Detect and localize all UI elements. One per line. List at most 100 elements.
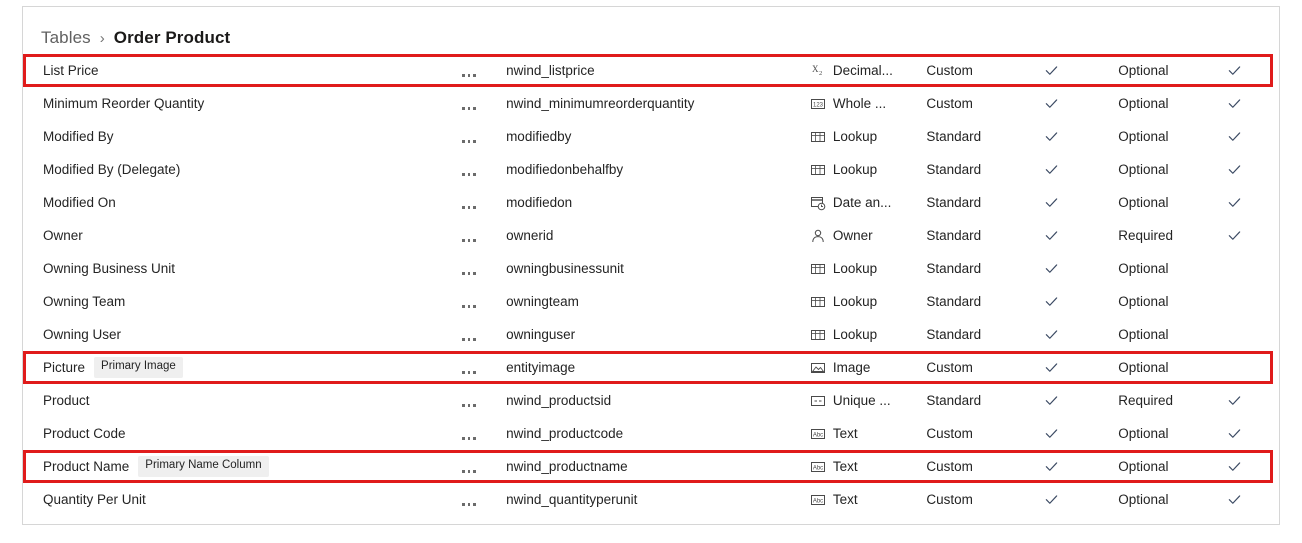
table-row[interactable]: Minimum Reorder Quantity nwind_minimumreo… [23, 87, 1279, 120]
row-more-options-button[interactable] [446, 296, 506, 308]
row-more-options-button[interactable] [446, 131, 506, 143]
column-display-name: List Price [43, 63, 99, 78]
check-icon [1044, 96, 1059, 111]
cell-display-name[interactable]: Minimum Reorder Quantity [23, 96, 446, 111]
svg-text:Abc: Abc [813, 465, 823, 471]
cell-data-type: Unique ... [810, 393, 927, 409]
table-row[interactable]: Modified By (Delegate) modifiedonbehalfby… [23, 153, 1279, 186]
lookup-icon [810, 129, 826, 145]
cell-type-origin: Custom [926, 63, 973, 78]
table-row[interactable]: Owner ownerid Owner Standard Required [23, 219, 1279, 252]
cell-data-type: Abc Text [810, 459, 927, 475]
table-row[interactable]: Product Code nwind_productcode Abc Text Cust… [23, 417, 1279, 450]
row-more-options-button[interactable] [446, 494, 506, 506]
cell-requirement: Optional [1118, 360, 1169, 375]
cell-customizable [1026, 162, 1119, 177]
ellipsis-icon [462, 263, 476, 275]
data-type-label: Lookup [832, 261, 878, 276]
cell-customizable [1026, 360, 1119, 375]
cell-display-name[interactable]: Product Code [23, 426, 446, 441]
cell-logical-name: nwind_productsid [506, 393, 612, 408]
lookup-icon [810, 294, 826, 310]
cell-display-name[interactable]: Product Name Primary Name Column [23, 456, 446, 477]
cell-display-name[interactable]: Owning User [23, 327, 446, 342]
row-more-options-button[interactable] [446, 329, 506, 341]
cell-data-type: Owner [810, 228, 927, 244]
cell-searchable [1221, 195, 1279, 210]
ellipsis-icon [462, 65, 476, 77]
row-more-options-button[interactable] [446, 98, 506, 110]
check-icon [1227, 129, 1242, 144]
row-more-options-button[interactable] [446, 461, 506, 473]
table-row[interactable]: Quantity Per Unit nwind_quantityperunit Ab… [23, 483, 1279, 516]
data-type-label: Text [832, 459, 858, 474]
cell-display-name[interactable]: Product [23, 393, 446, 408]
cell-display-name[interactable]: Owning Team [23, 294, 446, 309]
table-row[interactable]: Picture Primary Image entityimage Image Cust… [23, 351, 1279, 384]
cell-requirement: Optional [1118, 426, 1169, 441]
ellipsis-icon [462, 230, 476, 242]
check-icon [1044, 261, 1059, 276]
check-icon [1044, 195, 1059, 210]
breadcrumb-tables-link[interactable]: Tables [41, 28, 91, 48]
lookup-icon [810, 261, 826, 277]
svg-text:123: 123 [813, 102, 824, 108]
check-icon [1044, 63, 1059, 78]
column-display-name: Modified On [43, 195, 116, 210]
data-type-label: Whole ... [832, 96, 887, 111]
cell-requirement: Optional [1118, 129, 1169, 144]
data-type-label: Image [832, 360, 871, 375]
row-more-options-button[interactable] [446, 164, 506, 176]
column-display-name: Modified By [43, 129, 114, 144]
cell-type-origin: Standard [926, 393, 982, 408]
column-display-name: Product Name [43, 459, 130, 474]
cell-type-origin: Standard [926, 228, 982, 243]
row-more-options-button[interactable] [446, 230, 506, 242]
cell-display-name[interactable]: Quantity Per Unit [23, 492, 446, 507]
cell-requirement: Optional [1118, 195, 1169, 210]
cell-requirement: Optional [1118, 294, 1169, 309]
row-more-options-button[interactable] [446, 362, 506, 374]
row-more-options-button[interactable] [446, 65, 506, 77]
table-row[interactable]: Product Name Primary Name Column nwind_pro… [23, 450, 1279, 483]
cell-display-name[interactable]: Modified By [23, 129, 446, 144]
table-row[interactable]: Modified By modifiedby Lookup Standard Optio… [23, 120, 1279, 153]
ellipsis-icon [462, 98, 476, 110]
table-row[interactable]: Owning Team owningteam Lookup Standard Optio… [23, 285, 1279, 318]
data-type-label: Owner [832, 228, 873, 243]
check-icon [1044, 393, 1059, 408]
ellipsis-icon [462, 395, 476, 407]
data-type-label: Decimal... [832, 63, 893, 78]
row-more-options-button[interactable] [446, 197, 506, 209]
row-more-options-button[interactable] [446, 395, 506, 407]
table-row[interactable]: Owning Business Unit owningbusinessunit Lo… [23, 252, 1279, 285]
table-row[interactable]: Modified On modifiedon Date an... Standard O… [23, 186, 1279, 219]
table-row[interactable]: Owning User owninguser Lookup Standard Optio… [23, 318, 1279, 351]
page-title: Order Product [113, 28, 231, 47]
cell-customizable [1026, 63, 1119, 78]
cell-requirement: Optional [1118, 261, 1169, 276]
check-icon [1044, 327, 1059, 342]
cell-display-name[interactable]: Picture Primary Image [23, 357, 446, 378]
cell-display-name[interactable]: Modified By (Delegate) [23, 162, 446, 177]
column-display-name: Quantity Per Unit [43, 492, 146, 507]
cell-display-name[interactable]: Owner [23, 228, 446, 243]
text-icon: Abc [810, 492, 826, 508]
ellipsis-icon [462, 131, 476, 143]
ellipsis-icon [462, 428, 476, 440]
owner-icon [810, 228, 826, 244]
row-more-options-button[interactable] [446, 263, 506, 275]
data-type-label: Lookup [832, 294, 878, 309]
data-type-label: Text [832, 492, 858, 507]
row-more-options-button[interactable] [446, 428, 506, 440]
cell-display-name[interactable]: Modified On [23, 195, 446, 210]
image-icon [810, 360, 826, 376]
table-row[interactable]: Product nwind_productsid Unique ... Standar… [23, 384, 1279, 417]
cell-display-name[interactable]: Owning Business Unit [23, 261, 446, 276]
cell-requirement: Optional [1118, 162, 1169, 177]
cell-display-name[interactable]: List Price [23, 63, 446, 78]
cell-type-origin: Standard [926, 261, 982, 276]
cell-logical-name: nwind_listprice [506, 63, 595, 78]
table-row[interactable]: List Price nwind_listprice X 2 Decimal... Cus… [23, 54, 1279, 87]
check-icon [1227, 426, 1242, 441]
